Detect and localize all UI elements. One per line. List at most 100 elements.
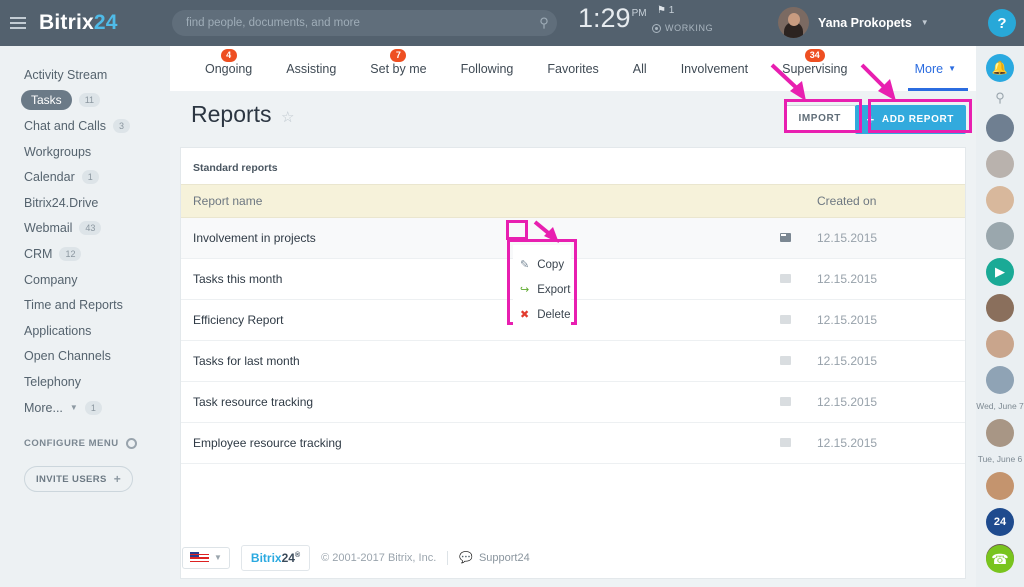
sidebar-item-applications[interactable]: Applications [0, 318, 170, 344]
row-menu-button[interactable] [765, 381, 805, 423]
cell-report-name[interactable]: Task resource tracking [181, 381, 765, 423]
sidebar-item-more[interactable]: More... ▼ 1 [0, 395, 170, 421]
tab-involvement[interactable]: Involvement [664, 46, 765, 91]
cell-report-name[interactable]: Efficiency Report [181, 299, 765, 341]
flag-counter[interactable]: ⚑ 1 [657, 5, 674, 16]
sidebar-item-webmail[interactable]: Webmail 43 [0, 216, 170, 242]
rail-avatar[interactable] [976, 366, 1024, 394]
cell-report-name[interactable]: Involvement in projects [181, 217, 765, 259]
rail-avatar[interactable] [976, 419, 1024, 447]
tab-more[interactable]: More ▼ [898, 46, 976, 91]
notifications-button[interactable]: 🔔 [976, 54, 1024, 82]
global-search[interactable]: ⚲ [172, 10, 557, 36]
clock-time: 1:29 [578, 3, 631, 33]
table-row[interactable]: Involvement in projects 12.15.2015 [181, 217, 965, 259]
rail-avatar[interactable] [976, 472, 1024, 500]
rail-avatar[interactable] [976, 186, 1024, 214]
footer-logo[interactable]: Bitrix24® [240, 544, 311, 571]
search-icon[interactable]: ⚲ [531, 15, 557, 31]
tab-badge: 4 [220, 49, 237, 62]
support-link[interactable]: 💬 Support24 [459, 551, 529, 565]
row-menu-button[interactable] [765, 217, 805, 259]
chat-icon: 💬 [459, 552, 473, 564]
import-button[interactable]: IMPORT [783, 105, 856, 132]
table-row[interactable]: Tasks this month 12.15.2015 [181, 258, 965, 300]
user-menu[interactable]: Yana Prokopets ▼ [778, 7, 929, 38]
table-row[interactable]: Task resource tracking 12.15.2015 [181, 381, 965, 423]
sidebar-item-calendar[interactable]: Calendar 1 [0, 164, 170, 190]
sidebar-item-open-channels[interactable]: Open Channels [0, 344, 170, 370]
sidebar-item-company[interactable]: Company [0, 267, 170, 293]
cell-report-name[interactable]: Tasks this month [181, 258, 765, 300]
cell-report-name[interactable]: Tasks for last month [181, 340, 765, 382]
cell-created-on: 12.15.2015 [805, 217, 965, 259]
tab-favorites[interactable]: Favorites [530, 46, 615, 91]
tab-ongoing[interactable]: 4 Ongoing [188, 46, 269, 91]
context-menu-item-delete[interactable]: ✖ Delete [513, 302, 571, 327]
tab-label: Favorites [547, 61, 599, 76]
work-status[interactable]: WORKING [652, 23, 713, 33]
hamburger-icon[interactable] [10, 14, 26, 32]
tab-all[interactable]: All [616, 46, 664, 91]
export-icon: ↪ [520, 284, 530, 296]
rail-video-button[interactable]: ▶ [976, 258, 1024, 286]
language-selector[interactable]: ▼ [182, 546, 230, 569]
rail-avatar[interactable] [976, 114, 1024, 142]
context-menu-item-export[interactable]: ↪ Export [513, 277, 571, 302]
rail-avatar[interactable] [976, 222, 1024, 250]
column-created-on[interactable]: Created on [805, 184, 965, 218]
sidebar-item-chat-and-calls[interactable]: Chat and Calls 3 [0, 113, 170, 139]
clock-ampm: PM [631, 8, 647, 19]
table-row[interactable]: Employee resource tracking 12.15.2015 [181, 422, 965, 464]
rail-search-button[interactable]: ⚲ [976, 90, 1024, 106]
context-menu-item-label: Delete [537, 308, 571, 321]
tab-following[interactable]: Following [444, 46, 531, 91]
sidebar-item-workgroups[interactable]: Workgroups [0, 139, 170, 165]
sidebar-item-label: Telephony [24, 374, 81, 389]
context-menu-item-copy[interactable]: ✎ Copy [513, 252, 571, 277]
tab-supervising[interactable]: 34 Supervising [765, 46, 864, 91]
call-button[interactable]: ☎ [986, 545, 1014, 573]
row-menu-button[interactable] [765, 299, 805, 341]
add-report-label: ADD REPORT [881, 114, 954, 125]
invite-users-button[interactable]: INVITE USERS + [24, 466, 134, 493]
table-row[interactable]: Efficiency Report 12.15.2015 [181, 299, 965, 341]
rail-avatar[interactable] [976, 330, 1024, 358]
rail-avatar[interactable] [976, 294, 1024, 322]
video-icon: ▶ [986, 258, 1014, 286]
clock-widget[interactable]: 1:29 PM [578, 3, 647, 33]
tab-bar: 4 Ongoing Assisting 7 Set by me Following Favo… [170, 46, 976, 91]
sidebar-item-bitrix24-drive[interactable]: Bitrix24.Drive [0, 190, 170, 216]
tab-set-by-me[interactable]: 7 Set by me [353, 46, 443, 91]
table-row[interactable]: Tasks for last month 12.15.2015 [181, 340, 965, 382]
reports-panel: Standard reports Report name Created on … [180, 147, 966, 579]
sidebar-item-label: Chat and Calls [24, 118, 106, 133]
avatar [986, 419, 1014, 447]
sidebar-item-telephony[interactable]: Telephony [0, 369, 170, 395]
page-header: Reports ☆ IMPORT + ADD REPORT [170, 63, 976, 138]
star-outline-icon[interactable]: ☆ [281, 109, 294, 126]
row-context-menu[interactable]: ✎ Copy ↪ Export ✖ Delete [513, 245, 571, 334]
configure-menu-button[interactable]: CONFIGURE MENU [24, 438, 170, 450]
row-menu-button[interactable] [765, 340, 805, 382]
page-footer: ▼ Bitrix24® © 2001-2017 Bitrix, Inc. 💬 S… [170, 528, 976, 587]
column-report-name[interactable]: Report name [181, 184, 765, 218]
sidebar-item-count: 43 [79, 221, 102, 236]
help-button[interactable]: ? [988, 9, 1016, 37]
tab-assisting[interactable]: Assisting [269, 46, 353, 91]
cell-report-name[interactable]: Employee resource tracking [181, 422, 765, 464]
sidebar-item-tasks[interactable]: Tasks 11 [0, 88, 170, 114]
row-menu-button[interactable] [765, 422, 805, 464]
sidebar-item-activity-stream[interactable]: Activity Stream [0, 62, 170, 88]
sidebar-item-count: 1 [81, 170, 99, 185]
cell-created-on: 12.15.2015 [805, 258, 965, 300]
logo-number: 24 [93, 11, 118, 34]
rail-avatar[interactable] [976, 150, 1024, 178]
row-menu-button[interactable] [765, 258, 805, 300]
add-report-button[interactable]: + ADD REPORT [854, 105, 966, 134]
search-input[interactable] [172, 17, 531, 29]
sidebar-item-time-and-reports[interactable]: Time and Reports [0, 292, 170, 318]
app-logo[interactable]: Bitrix24 [39, 11, 118, 35]
rail-b24-button[interactable]: 24 [976, 508, 1024, 536]
sidebar-item-crm[interactable]: CRM 12 [0, 241, 170, 267]
